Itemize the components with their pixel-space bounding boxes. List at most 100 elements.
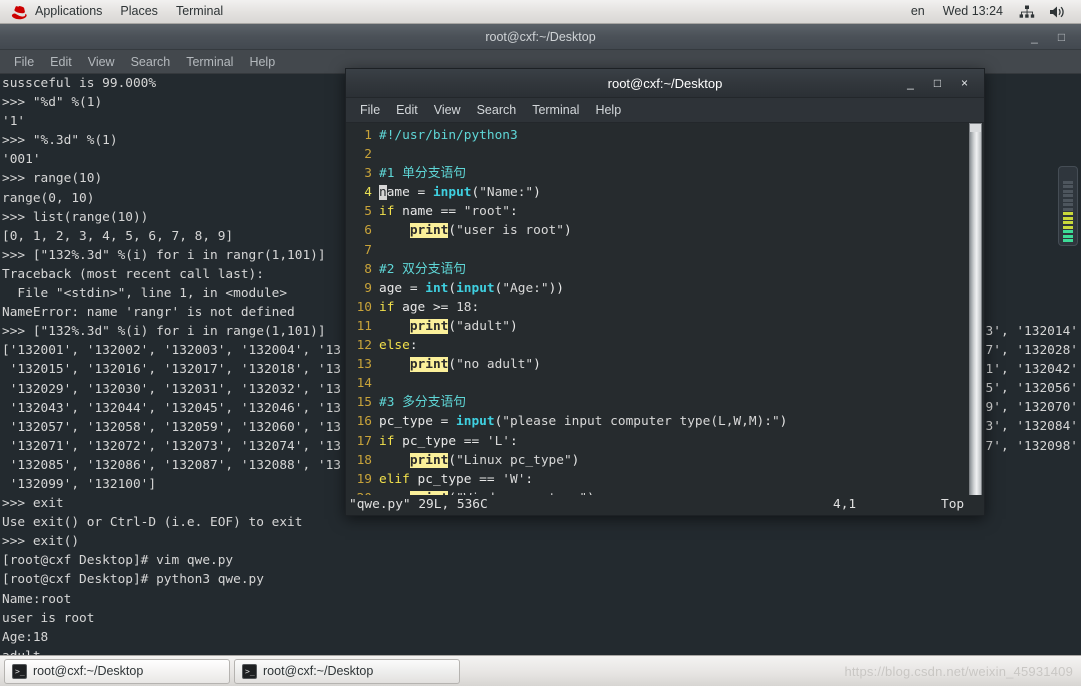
- terminal-line-overflow: 55', '132056': [977, 381, 1078, 397]
- vim-token: print: [409, 357, 449, 373]
- network-icon[interactable]: [1012, 5, 1042, 19]
- vim-status-file: "qwe.py" 29L, 536C: [349, 497, 488, 513]
- menu-search[interactable]: Search: [123, 51, 179, 73]
- vim-token: [379, 357, 410, 372]
- menu-view[interactable]: View: [426, 99, 469, 121]
- minimize-icon[interactable]: _: [904, 76, 917, 90]
- clock[interactable]: Wed 13:24: [934, 0, 1012, 23]
- vim-code-line: 7: [346, 241, 787, 260]
- vim-scrollbar-thumb[interactable]: [970, 124, 981, 132]
- terminal-line-overflow: 69', '132070': [977, 400, 1078, 416]
- background-window-titlebar[interactable]: root@cxf:~/Desktop _ □: [0, 24, 1081, 50]
- menu-view[interactable]: View: [80, 51, 123, 73]
- vim-line-number: 16: [356, 414, 372, 430]
- keyboard-layout-indicator[interactable]: en: [902, 0, 934, 23]
- vim-line-content: #1 单分支语句: [379, 164, 466, 183]
- vim-token: [379, 319, 410, 334]
- terminal-line-overflow: 41', '132042': [977, 362, 1078, 378]
- vim-line-number: 4: [364, 185, 372, 201]
- vim-token: (: [448, 452, 457, 468]
- terminal-line: '132015', '132016', '132017', '132018', …: [2, 362, 341, 378]
- menu-edit[interactable]: Edit: [388, 99, 426, 121]
- vim-code-line: 6 print("user is root"): [346, 221, 787, 240]
- volume-icon[interactable]: [1042, 5, 1073, 19]
- terminal-text-right-overflow: 13', '132014' 27', '132028' 41', '132042' 5…: [978, 322, 1078, 456]
- vim-token: if: [379, 204, 395, 220]
- maximize-icon[interactable]: □: [1055, 30, 1068, 44]
- vim-token: print: [409, 318, 449, 334]
- vim-code-line: 15 #3 多分支语句: [346, 393, 787, 412]
- vim-code-line: 11 print("adult"): [346, 317, 787, 336]
- vim-code-line: 1 #!/usr/bin/python3: [346, 126, 787, 145]
- applications-menu-label: Applications: [35, 4, 103, 18]
- vim-code-line: 17 if pc_type == 'L':: [346, 432, 787, 451]
- taskbar-item-1[interactable]: >_ root@cxf:~/Desktop: [234, 658, 460, 684]
- menu-edit[interactable]: Edit: [42, 51, 80, 73]
- vim-line-content: #2 双分支语句: [379, 260, 466, 279]
- vim-token: #2 双分支语句: [379, 261, 467, 277]
- vim-line-number: 12: [356, 338, 372, 354]
- terminal-line: adult: [2, 647, 341, 655]
- terminal-line: >>> exit: [2, 496, 64, 512]
- vim-token: ): [571, 452, 580, 468]
- background-window-title: root@cxf:~/Desktop: [485, 29, 596, 44]
- top-panel-left: Applications Places Terminal: [0, 0, 232, 23]
- vim-line-content: if name == "root":: [379, 202, 518, 221]
- watermark: https://blog.csdn.net/weixin_45931409: [844, 663, 1073, 679]
- terminal-line: ['132001', '132002', '132003', '132004',…: [2, 343, 341, 359]
- vim-code-line: 18 print("Linux pc_type"): [346, 451, 787, 470]
- vim-token: if: [379, 433, 395, 449]
- vim-window-titlebar[interactable]: root@cxf:~/Desktop _ □ ×: [346, 69, 984, 98]
- terminal-line: [0, 1, 2, 3, 4, 5, 6, 7, 8, 9]: [2, 228, 234, 244]
- menu-help[interactable]: Help: [241, 51, 283, 73]
- menu-file[interactable]: File: [352, 99, 388, 121]
- vim-line-content: #3 多分支语句: [379, 393, 466, 412]
- terminal-line: >>> list(range(10)): [2, 209, 149, 225]
- menu-search[interactable]: Search: [469, 99, 525, 121]
- menu-file[interactable]: File: [6, 51, 42, 73]
- vim-line-content: age = int(input("Age:")): [379, 279, 564, 298]
- vim-window-menubar[interactable]: File Edit View Search Terminal Help: [346, 98, 984, 123]
- vim-line-content: print("adult"): [379, 317, 518, 336]
- top-panel-right: en Wed 13:24: [902, 0, 1081, 23]
- vim-token: (: [448, 357, 457, 373]
- vim-token: pc_type ==: [409, 471, 503, 487]
- terminal-menu[interactable]: Terminal: [167, 0, 232, 23]
- taskbar-item-0[interactable]: >_ root@cxf:~/Desktop: [4, 658, 230, 684]
- vim-line-number: 5: [364, 204, 372, 220]
- vim-token: "user is root": [456, 223, 564, 239]
- terminal-line: '001': [2, 152, 41, 168]
- menu-terminal[interactable]: Terminal: [178, 51, 241, 73]
- vim-terminal-window[interactable]: root@cxf:~/Desktop _ □ × File Edit View …: [345, 68, 985, 516]
- vim-code-line: 10 if age >= 18:: [346, 298, 787, 317]
- terminal-line: '132099', '132100']: [2, 476, 157, 492]
- vim-editor-area[interactable]: 1 #!/usr/bin/python3 2 3 #1 单分支语句 4 name = inp…: [346, 123, 984, 515]
- terminal-line: >>> ["132%.3d" %(i) for i in rangr(1,101…: [2, 247, 326, 263]
- vim-token: :: [510, 204, 518, 220]
- minimize-icon[interactable]: _: [1028, 30, 1041, 44]
- vim-status-line: "qwe.py" 29L, 536C 4,1 Top: [346, 495, 984, 515]
- taskbar-item-label: root@cxf:~/Desktop: [263, 664, 374, 678]
- terminal-line-overflow: 83', '132084': [977, 419, 1078, 435]
- maximize-icon[interactable]: □: [931, 76, 944, 90]
- terminal-line: >>> "%.3d" %(1): [2, 133, 118, 149]
- vim-code-line: 4 name = input("Name:"): [346, 183, 787, 202]
- close-icon[interactable]: ×: [958, 76, 971, 90]
- vim-code-line: 16 pc_type = input("please input computer…: [346, 412, 788, 431]
- terminal-line: '132043', '132044', '132045', '132046', …: [2, 400, 341, 416]
- applications-menu[interactable]: Applications: [7, 0, 111, 23]
- vim-line-number: 14: [356, 376, 372, 392]
- terminal-line: >>> exit(): [2, 534, 80, 550]
- places-menu[interactable]: Places: [111, 0, 167, 23]
- vim-scrollbar[interactable]: [969, 123, 982, 515]
- menu-terminal[interactable]: Terminal: [524, 99, 587, 121]
- vim-line-content: pc_type = input("please input computer t…: [379, 412, 787, 431]
- vim-token: elif: [379, 471, 410, 487]
- vim-status-position: 4,1: [833, 497, 857, 513]
- vim-status-scroll: Top: [941, 497, 965, 513]
- terminal-line: [root@cxf Desktop]# python3 qwe.py: [2, 572, 264, 588]
- menu-help[interactable]: Help: [587, 99, 629, 121]
- vim-line-number: 10: [356, 299, 372, 315]
- vim-token: "Linux pc_type": [456, 452, 572, 468]
- vim-token: [379, 223, 410, 238]
